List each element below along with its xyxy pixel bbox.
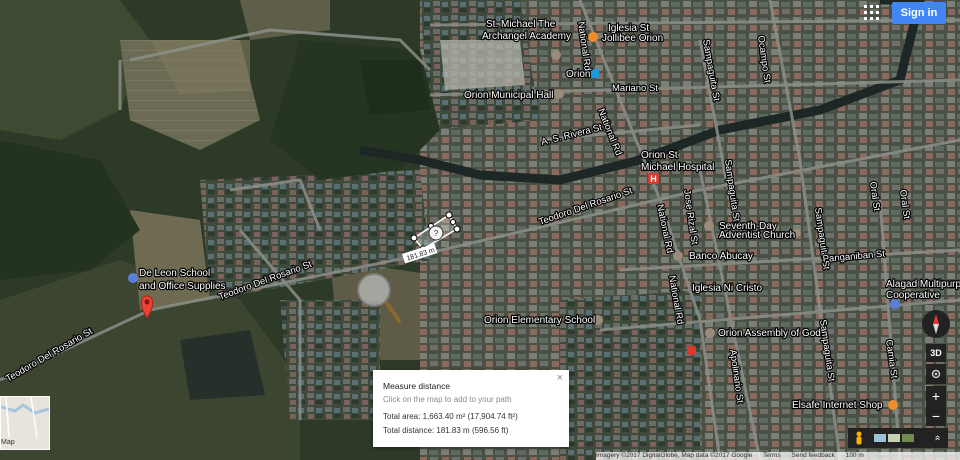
- town-hall-poi-icon[interactable]: [554, 89, 564, 99]
- transit-poi-icon[interactable]: [590, 69, 599, 78]
- church-adventist-poi-icon[interactable]: [704, 221, 714, 231]
- view-3d-button[interactable]: 3D: [926, 344, 946, 362]
- send-feedback-link[interactable]: Send feedback: [792, 452, 835, 459]
- place-de-leon-1: De Leon School: [139, 268, 210, 279]
- minimap-label: Map: [1, 439, 15, 446]
- place-assembly: Orion Assembly of God: [718, 328, 821, 339]
- place-alagad-1: Alagad Multipurpo: [886, 279, 960, 290]
- place-banco: Banco Abucay: [689, 251, 753, 262]
- sign-in-button[interactable]: Sign in: [892, 2, 946, 24]
- attribution-bar: Imagery ©2017 DigitalGlobe, Map data ©20…: [596, 452, 960, 460]
- place-iglesia: Iglesia Ni Cristo: [692, 283, 762, 294]
- bank-poi-icon[interactable]: [673, 251, 683, 261]
- place-hospital-1: Orion St: [641, 150, 678, 161]
- place-st-michael-2: Archangel Academy: [482, 31, 571, 42]
- terms-link[interactable]: Terms: [763, 452, 781, 459]
- place-st-michael-1: St. Michael The: [486, 19, 556, 30]
- measure-title: Measure distance: [383, 381, 451, 391]
- place-elsafe: Elsafe Internet Shop: [792, 400, 883, 411]
- measure-total-distance: Total distance: 181.83 m (596.56 ft): [383, 426, 509, 435]
- zoom-in-button[interactable]: +: [926, 386, 946, 406]
- svg-text:H: H: [650, 174, 657, 184]
- church-poi-icon[interactable]: [551, 50, 561, 60]
- svg-text:?: ?: [434, 229, 439, 238]
- hospital-poi-icon[interactable]: H: [648, 173, 659, 184]
- measure-total-area: Total area: 1,663.40 m² (17,904.74 ft²): [383, 412, 518, 421]
- hospital-small-poi-icon[interactable]: [687, 346, 696, 355]
- place-seventh-day-2: Adventist Church: [719, 230, 795, 241]
- apps-grid-icon[interactable]: [864, 5, 880, 21]
- my-location-button[interactable]: [926, 364, 946, 384]
- expand-chevron-icon[interactable]: »: [929, 429, 945, 447]
- close-icon[interactable]: ×: [557, 372, 563, 384]
- minimap-toggle[interactable]: Map: [0, 396, 50, 450]
- place-hospital-2: Michael Hospital: [641, 162, 714, 173]
- measure-distance-panel: Measure distance Click on the map to add…: [373, 370, 569, 447]
- shop-poi-icon[interactable]: [888, 400, 898, 410]
- compass-icon[interactable]: [922, 310, 950, 338]
- place-de-leon-2: and Office Supplies: [139, 281, 226, 292]
- church-assembly-poi-icon[interactable]: [705, 328, 715, 338]
- measure-hint: Click on the map to add to your path: [383, 395, 512, 404]
- scale-label: 100 m: [845, 452, 864, 459]
- zoom-out-button[interactable]: −: [926, 406, 946, 426]
- crosshair-icon: [931, 369, 941, 379]
- place-municipal-hall: Orion Municipal Hall: [464, 90, 553, 101]
- imagery-attribution: Imagery ©2017 DigitalGlobe, Map data ©20…: [596, 452, 753, 459]
- school-poi-icon[interactable]: [128, 273, 138, 283]
- place-top-partial: Iglesia St: [608, 23, 649, 34]
- place-orion-elem: Orion Elementary School: [484, 315, 595, 326]
- place-jollibee: Jollibee Orion: [602, 33, 663, 44]
- place-alagad-2: Cooperative: [886, 290, 940, 301]
- pegman-icon[interactable]: [856, 431, 862, 445]
- road-mariano: Mariano St: [612, 83, 658, 94]
